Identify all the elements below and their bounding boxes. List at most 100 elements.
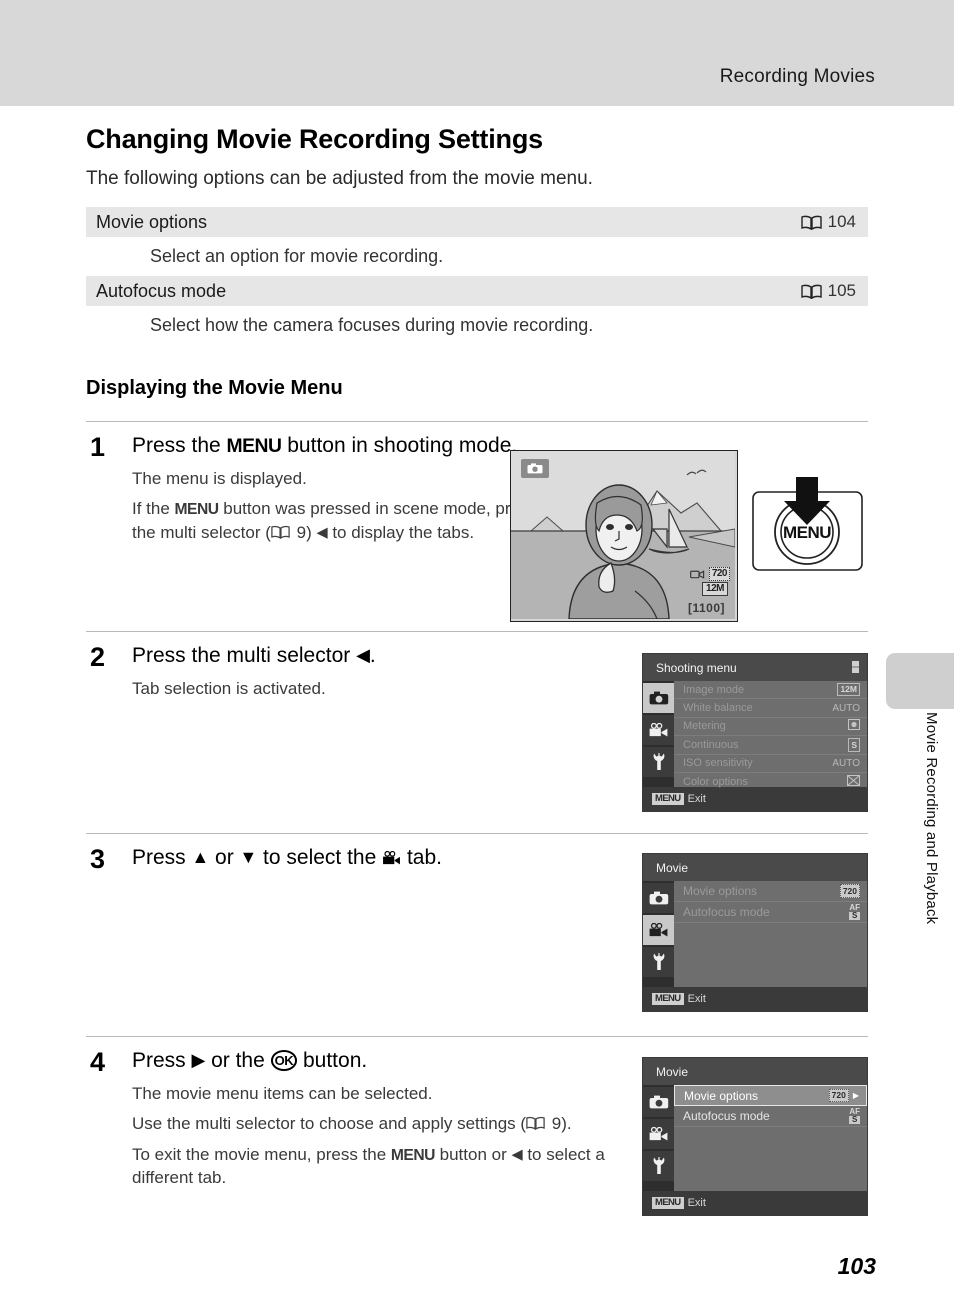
lcd-image-mode-row: 12M: [702, 578, 728, 596]
list-item-selected[interactable]: Movie options 720 ▶: [674, 1085, 867, 1106]
list-item[interactable]: Color options: [674, 773, 867, 791]
screen-tab-strip: [643, 1085, 674, 1191]
scroll-indicator-icon: [852, 661, 859, 673]
autofocus-value-badge: AF S: [849, 902, 860, 921]
tab-setup[interactable]: [643, 947, 674, 977]
shots-remaining: [1100]: [687, 601, 725, 615]
svg-text:MENU: MENU: [783, 523, 831, 542]
step-heading: Press the MENU button in shooting mode.: [132, 432, 562, 460]
screen-body: Image mode 12M White balance AUTO Meteri…: [643, 681, 867, 788]
ok-button-icon: OK: [270, 1050, 298, 1072]
item-label: Continuous: [683, 738, 739, 751]
step-number: 4: [90, 1047, 106, 1077]
step-heading-post: .: [369, 644, 376, 667]
step-note: If the MENU button was pressed in scene …: [132, 497, 562, 544]
note-page-ref: 9: [296, 522, 307, 542]
movie-menu-options-table: Movie options 104 Select an option for m…: [86, 207, 868, 345]
list-item[interactable]: Metering: [674, 718, 867, 737]
tab-setup[interactable]: [643, 747, 674, 777]
menu-chip-icon: MENU: [652, 992, 684, 1006]
step-body: Press the MENU button in shooting mode. …: [86, 422, 562, 544]
item-label: Movie options: [683, 884, 758, 898]
list-item[interactable]: Image mode 12M: [674, 681, 867, 700]
tab-setup[interactable]: [643, 1151, 674, 1181]
menu-button-glyph: MENU: [174, 501, 220, 519]
screen-footer: MENU Exit: [643, 987, 867, 1011]
item-label: White balance: [683, 702, 753, 715]
movie-menu-screen-tab-selected: Movie Movie options 720 Autofocus mode A…: [642, 853, 868, 1012]
list-item[interactable]: Movie options 720: [674, 881, 867, 902]
option-page-number: 104: [827, 212, 856, 231]
menu-chip-icon: MENU: [652, 792, 684, 806]
screen-title: Movie: [656, 1064, 689, 1079]
tab-movie[interactable]: [643, 915, 674, 945]
side-index-tab: [886, 653, 954, 709]
list-item[interactable]: Autofocus mode AF S: [674, 902, 867, 923]
screen-title-bar: Shooting menu: [643, 654, 867, 681]
screen-tab-strip: [643, 881, 674, 987]
list-item[interactable]: ISO sensitivity AUTO: [674, 755, 867, 773]
tab-movie[interactable]: [643, 1119, 674, 1149]
option-description: Select how the camera focuses during mov…: [150, 315, 594, 335]
menu-chip-icon: MENU: [652, 1196, 684, 1210]
step-1: 1 Press the MENU button in shooting mode…: [86, 421, 868, 544]
list-item[interactable]: Autofocus mode AF S: [674, 1106, 867, 1127]
tab-shooting[interactable]: [643, 1087, 674, 1117]
screen-item-list: Movie options 720 ▶ Autofocus mode AF S: [674, 1085, 867, 1191]
left-arrow-icon: ◀: [511, 1146, 523, 1163]
page-number: 103: [837, 1253, 876, 1279]
page-title: Changing Movie Recording Settings: [86, 124, 543, 154]
multi-page-ref: 9: [551, 1114, 562, 1134]
book-icon: [526, 1116, 547, 1131]
screen-tab-strip: [643, 681, 674, 787]
note-part-d: to display the tabs.: [327, 522, 475, 542]
camera-mode-icon: [521, 459, 549, 478]
multi-part-b: ).: [561, 1114, 572, 1134]
table-row: Autofocus mode 105: [86, 276, 868, 306]
right-arrow-icon: ▶: [191, 1050, 206, 1070]
item-value-badge: S: [848, 738, 860, 752]
tab-shooting[interactable]: [643, 883, 674, 913]
step-paragraph: The movie menu items can be selected.: [132, 1083, 433, 1103]
step-heading-pre: Press: [132, 846, 192, 869]
step-heading: Press ▲ or ▼ to select the tab.: [132, 844, 602, 872]
step-paragraph: The menu is displayed.: [132, 468, 307, 488]
step-heading-pre: Press the: [132, 434, 227, 457]
left-arrow-icon: ◀: [356, 645, 370, 665]
shooting-menu-screen: Shooting menu Image mode 12M White balan…: [642, 653, 868, 812]
page-header-band: [0, 0, 954, 106]
autofocus-value-badge: AF S: [849, 1106, 860, 1125]
screen-title-bar: Movie: [643, 1058, 867, 1085]
list-item[interactable]: Continuous S: [674, 736, 867, 755]
metering-icon: [848, 719, 860, 733]
item-label: Movie options: [684, 1088, 759, 1103]
screen-body: Movie options 720 ▶ Autofocus mode AF S: [643, 1085, 867, 1191]
color-options-icon: [847, 775, 860, 789]
option-page-reference: 104: [800, 212, 856, 232]
step-body: Press the multi selector ◀. Tab selectio…: [86, 632, 602, 700]
tab-shooting[interactable]: [643, 683, 674, 713]
screen-title-bar: Movie: [643, 854, 867, 881]
step-number: 3: [90, 844, 106, 874]
step-body: Press ▲ or ▼ to select the tab.: [86, 834, 602, 872]
book-icon: [271, 525, 292, 540]
camera-lcd-illustration: 720 12M [1100]: [510, 450, 738, 622]
step-heading-end: tab.: [401, 846, 442, 869]
step-heading: Press the multi selector ◀.: [132, 642, 602, 670]
table-row: Movie options 104: [86, 207, 868, 237]
screen-footer: MENU Exit: [643, 1191, 867, 1215]
screen-body: Movie options 720 Autofocus mode AF S: [643, 881, 867, 987]
step-heading-post: button.: [297, 1049, 368, 1072]
item-label: Image mode: [683, 683, 745, 696]
tab-movie[interactable]: [643, 715, 674, 745]
right-arrow-icon: ▶: [852, 1091, 859, 1100]
step-paragraph: Tab selection is activated.: [132, 678, 326, 698]
step-heading-mid: or: [209, 846, 240, 869]
step-number: 1: [90, 432, 106, 462]
note-part-a: If the: [132, 499, 175, 519]
item-label: Color options: [683, 776, 748, 789]
movie-options-value-badge: 720: [828, 1088, 849, 1103]
step-heading-post: button in shooting mode.: [281, 434, 518, 457]
list-item[interactable]: White balance AUTO: [674, 699, 867, 718]
left-arrow-icon: ◀: [316, 524, 328, 541]
